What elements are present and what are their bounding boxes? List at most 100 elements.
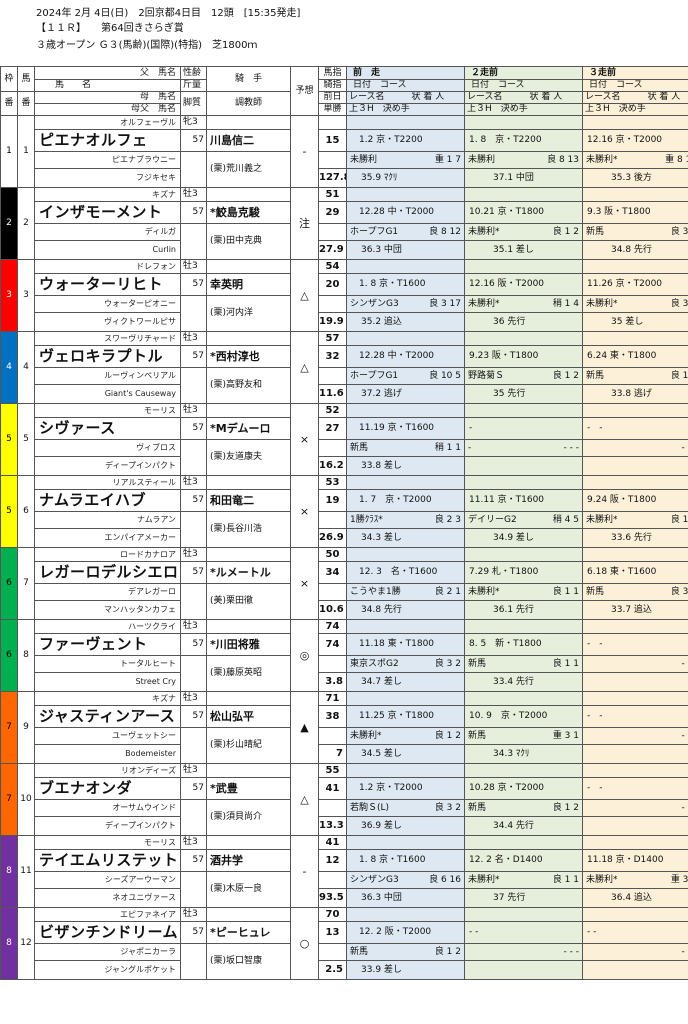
prev-race-2-time: [464, 960, 583, 980]
prev-race-1-date-course: 12.28 中・T2000: [346, 201, 465, 224]
horse-row-7-line-4: マンハッタンカフェ 10.6 34.8 先行 36.1 先行 33.7 追込: [1, 600, 688, 620]
prev-race-condition-finish: 良 3 3: [670, 298, 688, 309]
prev-race-2-date-course: - -: [464, 921, 583, 944]
prev-race-condition-finish: 良 6 16: [429, 874, 461, 885]
prev-race-name: 未勝利*: [468, 586, 500, 597]
horse-number: 10: [17, 763, 35, 836]
prev-race-1-time: 33.8 差し: [346, 456, 465, 476]
blank-jockey-top: [206, 187, 291, 202]
prev-race-1-result: こうやま1勝 良 2 1: [346, 583, 465, 601]
horse-row-10-line-1: 7 10 リオンディーズ 牡3 △ 55: [0, 763, 688, 836]
prev-race-2-date-course: 10. 9 京・T2000: [464, 705, 583, 728]
trainer-name: (美)栗田徹: [206, 583, 291, 620]
prev-day-index: [318, 511, 347, 529]
running-style: [180, 655, 207, 692]
prev-race-name: 未勝利: [350, 154, 378, 165]
prev-race-1-date-course: 11.18 東・T1800: [346, 633, 465, 656]
carried-weight: 57: [180, 201, 207, 224]
blank-jockey-top: [206, 331, 291, 346]
prev-race-2-result: 新馬 良 1 2: [464, 799, 583, 817]
trainer-name: (栗)木原一良: [206, 871, 291, 908]
jockey-name: *ピーヒュレ: [206, 921, 291, 944]
prev-race-name: 新馬: [586, 370, 605, 381]
prev-race-name: 新馬: [350, 946, 369, 957]
win-odds: 7: [318, 744, 347, 764]
prev-race-1-time: 34.8 先行: [346, 600, 465, 620]
dam-name: シーズアーウーマン: [34, 871, 181, 889]
horse-row-3-line-3: ウォーターピオニー (栗)河内洋 シンザンG3 良 3 17 未勝利* 稍 1 4 未勝利*…: [1, 295, 688, 332]
prev-race-2-date-course: -: [464, 417, 583, 440]
prev-race-1-date-course: 1. 8 京・T1600: [346, 273, 465, 296]
running-style: [180, 367, 207, 404]
prev-race-condition-finish: 重 3 8: [670, 874, 688, 885]
prev-race-condition-finish: - - -: [563, 442, 579, 453]
running-style: [180, 223, 207, 260]
prev-day-index: [318, 223, 347, 241]
carried-weight: 57: [180, 489, 207, 512]
prev-race-name: 東京スポG2: [350, 658, 399, 669]
horse-row-11-line-1: 8 11 モーリス 牡3 -41: [0, 835, 688, 908]
carried-weight: 57: [180, 273, 207, 296]
waku-number: 8: [0, 835, 18, 908]
sire-name: モーリス: [34, 403, 181, 418]
horse-row-7-line-2: レガーロデルシエロ 57 *ルメートル 34 12. 3 名・T1600 7.29 札・T…: [1, 561, 688, 584]
race-date-line: 2024年 2月 4日(日) 2回京都4日目 12頭 [15:35発走]: [36, 8, 301, 19]
horse-row-5-line-4: ディープインパクト 16.2 33.8 差し: [1, 456, 688, 476]
prev-day-index: [318, 367, 347, 385]
prev-race-name: 未勝利*: [586, 154, 618, 165]
jockey-index: 32: [318, 345, 347, 368]
prev-race-1-result: シンザンG3 良 6 16: [346, 871, 465, 889]
trainer-name: (栗)河内洋: [206, 295, 291, 332]
dam-name: トータルヒート: [34, 655, 181, 673]
horse-name: ブエナオンダ: [34, 777, 181, 800]
prev-race-2-date-course: 10.21 京・T1800: [464, 201, 583, 224]
horse-row-12-line-2: ビザンチンドリーム 57 *ピーヒュレ 13 12. 2 阪・T2000- -- -: [1, 921, 688, 944]
prev-race-2-title: ２走前: [464, 66, 583, 80]
jockey-index: 19: [318, 489, 347, 512]
prediction-mark: △: [290, 331, 319, 404]
prediction-mark: -: [290, 115, 319, 188]
prediction-mark: ◎: [290, 619, 319, 692]
prev-race-2-result: 未勝利* 良 1 2: [464, 223, 583, 241]
prev-race-2-time: 37.1 中団: [464, 168, 583, 188]
horse-row-2-line-2: インザモーメント 57 *鮫島克駿 29 12.28 中・T2000 10.21 京・T1…: [1, 201, 688, 224]
trainer-name: (栗)杉山晴紀: [206, 727, 291, 764]
prev-race-2-result: 未勝利* 良 1 1: [464, 583, 583, 601]
prev-race-2-top: [464, 763, 583, 778]
win-odds: 127.8: [318, 168, 347, 188]
sire-name: ハーツクライ: [34, 619, 181, 634]
jockey-name: 和田竜二: [206, 489, 291, 512]
prev-race-3-result: 新馬 良 1 5: [582, 367, 688, 385]
horse-row-6-line-3: ナムラアン (栗)長谷川浩 1勝ｸﾗｽ* 良 2 3 デイリーG2 稍 4 5 未勝利* 良 …: [1, 511, 688, 548]
prev-race-name: シンザンG3: [350, 298, 399, 309]
prev-race-3-date-course: 9.24 阪・T1800: [582, 489, 688, 512]
running-style: [180, 151, 207, 188]
prev-race-name: ホープフG1: [350, 370, 399, 381]
jockey-name: *ルメートル: [206, 561, 291, 584]
blank-jockey-top: [206, 691, 291, 706]
horse-name: ピエナオルフェ: [34, 129, 181, 152]
sex-age: 牡3: [180, 547, 207, 562]
horse-number: 5: [17, 403, 35, 476]
prev-race-1-top: [346, 907, 465, 922]
prev-race-1-top: [346, 259, 465, 274]
prev-race-2-top: [464, 403, 583, 418]
waku-number: 6: [0, 547, 18, 620]
prev-race-1-date-course: 1. 7 京・T2000: [346, 489, 465, 512]
prediction-header: 予想: [290, 66, 319, 116]
prev-race-1-top: [346, 331, 465, 346]
damsire-name: Giant's Causeway: [34, 384, 181, 404]
index-header-3: 前日: [318, 91, 347, 104]
running-style: [180, 583, 207, 620]
prev-race-1-time: 34.5 差し: [346, 744, 465, 764]
horse-row-9-line-4: Bodemeister 7 34.5 差し 34.3 ﾏｸﾘ: [1, 744, 688, 764]
dam-name: ヴィブロス: [34, 439, 181, 457]
jockey-name: *武豊: [206, 777, 291, 800]
sex-age: 牡3: [180, 619, 207, 634]
jockey-name: *西村淳也: [206, 345, 291, 368]
prev-race-2-date-course: 8. 5 新・T1800: [464, 633, 583, 656]
damsire-name: Curlin: [34, 240, 181, 260]
prediction-mark: -: [290, 835, 319, 908]
prev-race-name: 未勝利: [468, 154, 496, 165]
prev-race-1-top: [346, 403, 465, 418]
